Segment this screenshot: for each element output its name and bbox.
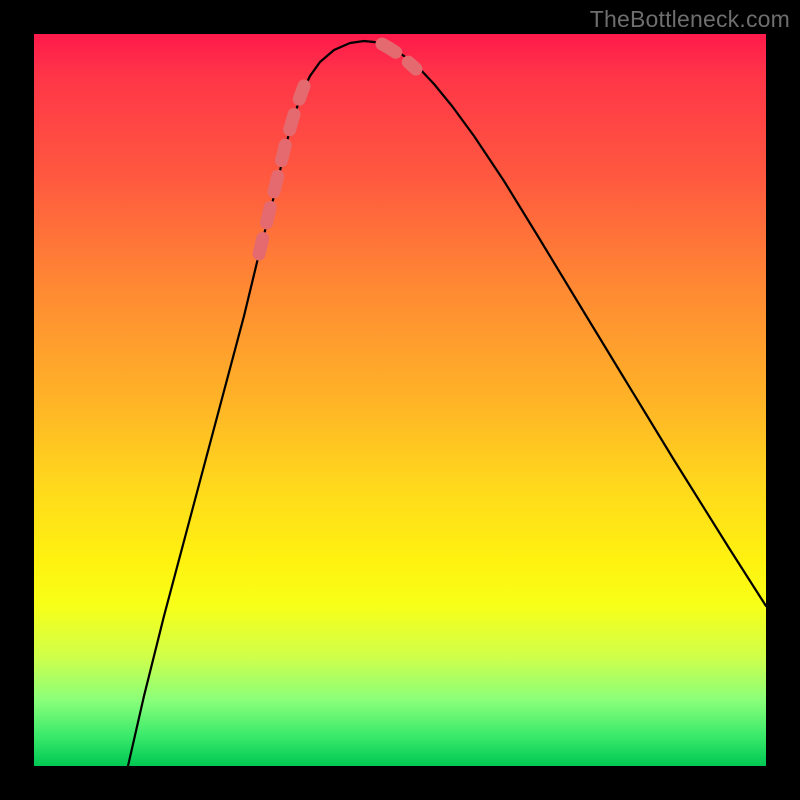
highlight-right xyxy=(382,44,416,69)
highlight-left xyxy=(259,86,304,254)
plot-area xyxy=(34,34,766,766)
watermark-text: TheBottleneck.com xyxy=(590,6,790,33)
chart-frame: TheBottleneck.com xyxy=(0,0,800,800)
curve-svg xyxy=(34,34,766,766)
bottleneck-curve xyxy=(128,41,766,766)
